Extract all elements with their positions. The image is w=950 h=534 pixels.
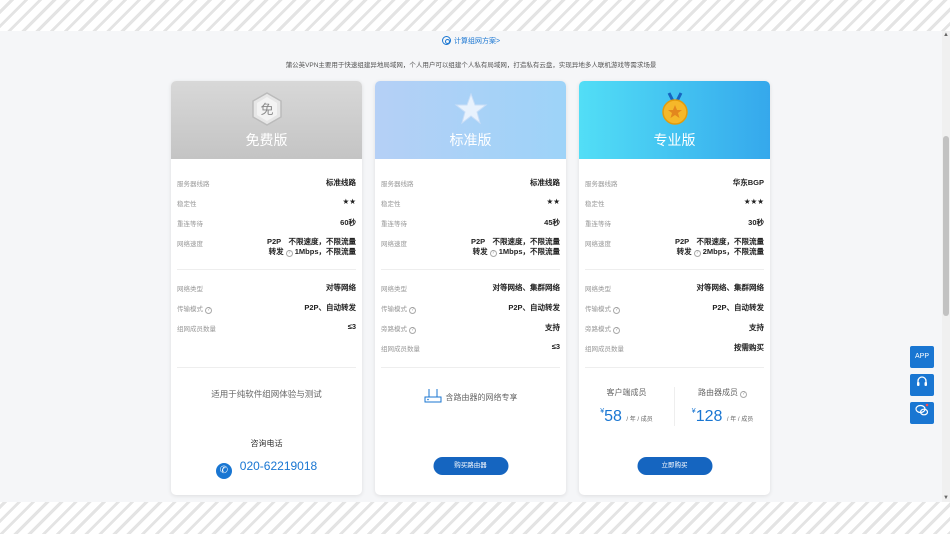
plan-title: 专业版 <box>653 132 696 148</box>
scroll-down-icon[interactable]: ▼ <box>942 495 950 501</box>
scrollbar-thumb[interactable] <box>943 136 949 316</box>
help-icon[interactable]: ? <box>693 250 701 257</box>
scroll-up-icon[interactable]: ▲ <box>942 32 950 38</box>
row-members: 组网成员数量 ≤3 <box>177 322 356 333</box>
row-transport: 传输模式? P2P、自动转发 <box>381 303 560 314</box>
phone-icon: ✆ <box>215 463 232 479</box>
row-stability: 稳定性 ★★ <box>381 197 560 208</box>
row-members: 组网成员数量 ≤3 <box>381 342 560 353</box>
stability-stars: ★★★ <box>743 197 764 206</box>
help-icon[interactable]: ? <box>409 327 416 334</box>
star-badge-icon <box>454 92 487 125</box>
suit-text: 适用于纯软件组网体验与测试 <box>211 389 322 399</box>
app-download-button[interactable]: APP <box>910 346 934 368</box>
consult-label: 咨询电话 <box>250 439 283 448</box>
stability-stars: ★★ <box>546 197 560 206</box>
row-transport: 传输模式? P2P、自动转发 <box>177 303 356 314</box>
plan-header-pro: 专业版 <box>579 81 770 159</box>
calculator-icon <box>441 36 451 45</box>
help-icon[interactable]: ? <box>613 327 620 334</box>
plan-card-free: 免 免费版 服务器线路 标准线路 稳定性 ★★ 重连等待 60秒 网络速度 P2P 不限… <box>171 81 362 495</box>
intro-text: 蒲公英VPN主要用于快速组建异地局域网，个人用户可以组建个人私有局域网，打造私有… <box>285 62 657 69</box>
row-net-type: 网络类型 对等网络、集群网络 <box>381 283 560 293</box>
row-stability: 稳定性 ★★★ <box>585 197 764 208</box>
row-speed: 网络速度 P2P 不限速度，不限流量 转发? 2Mbps，不限流量 <box>585 237 764 257</box>
plan-title: 免费版 <box>245 132 288 148</box>
wechat-icon <box>915 403 929 416</box>
plan-header-free: 免 免费版 <box>171 81 362 159</box>
row-reconnect: 重连等待 45秒 <box>381 218 560 228</box>
help-icon[interactable]: ? <box>409 307 416 314</box>
row-reconnect: 重连等待 30秒 <box>585 218 764 228</box>
help-icon[interactable]: ? <box>613 307 620 314</box>
row-members: 组网成员数量 按需购买 <box>585 343 764 353</box>
phone-number[interactable]: ✆ 020-62219018 <box>171 459 362 479</box>
row-transport: 传输模式? P2P、自动转发 <box>585 303 764 314</box>
help-icon[interactable]: ? <box>489 250 497 257</box>
help-icon[interactable]: ? <box>740 391 747 398</box>
row-reconnect: 重连等待 60秒 <box>177 218 356 228</box>
row-server-line: 服务器线路 标准线路 <box>177 178 356 188</box>
row-stability: 稳定性 ★★ <box>177 197 356 208</box>
row-bypass: 旁路模式? 支持 <box>381 323 560 334</box>
plan-card-pro: 专业版 服务器线路 华东BGP 稳定性 ★★★ 重连等待 30秒 网络速度 P2P 不限… <box>579 81 770 495</box>
router-price: 路由器成员? ¥128 / 年 / 成员 <box>674 387 770 426</box>
router-icon <box>424 389 441 403</box>
plan-title: 标准版 <box>449 132 492 148</box>
row-server-line: 服务器线路 标准线路 <box>381 178 560 188</box>
calc-plan-link[interactable]: 计算组网方案> <box>0 36 942 46</box>
plan-footer-free: 适用于纯软件组网体验与测试 咨询电话 ✆ 020-62219018 <box>171 371 362 495</box>
support-button[interactable] <box>910 374 934 396</box>
row-bypass: 旁路模式? 支持 <box>585 323 764 334</box>
row-net-type: 网络类型 对等网络、集群网络 <box>585 283 764 293</box>
help-icon[interactable]: ? <box>205 307 212 314</box>
calc-plan-label[interactable]: 计算组网方案> <box>454 38 500 45</box>
buy-now-button[interactable]: 立即购买 <box>637 457 712 475</box>
row-speed: 网络速度 P2P 不限速度，不限流量 转发? 1Mbps，不限流量 <box>177 237 356 257</box>
help-icon[interactable]: ? <box>285 250 293 257</box>
plan-footer-pro: 客户端成员 ¥58 / 年 / 成员 路由器成员? ¥128 / 年 / 成员 … <box>579 371 770 495</box>
plan-card-standard: 标准版 服务器线路 标准线路 稳定性 ★★ 重连等待 45秒 网络速度 P2P 不限速度… <box>375 81 566 495</box>
wechat-button[interactable] <box>910 402 934 424</box>
scrollbar[interactable]: ▲ ▼ <box>942 31 950 502</box>
free-badge-icon: 免 <box>251 92 282 126</box>
buy-router-button[interactable]: 购买路由器 <box>433 457 508 475</box>
router-text: 含路由器的网络专享 <box>375 387 566 405</box>
stability-stars: ★★ <box>342 197 356 206</box>
client-price: 客户端成员 ¥58 / 年 / 成员 <box>600 388 653 425</box>
row-speed: 网络速度 P2P 不限速度，不限流量 转发? 1Mbps，不限流量 <box>381 237 560 257</box>
row-server-line: 服务器线路 华东BGP <box>585 178 764 188</box>
headset-icon <box>917 376 927 386</box>
medal-badge-icon <box>661 92 688 125</box>
plan-header-standard: 标准版 <box>375 81 566 159</box>
free-badge-text: 免 <box>260 103 273 118</box>
row-net-type: 网络类型 对等网络 <box>177 283 356 293</box>
plan-footer-standard: 含路由器的网络专享 购买路由器 <box>375 371 566 495</box>
